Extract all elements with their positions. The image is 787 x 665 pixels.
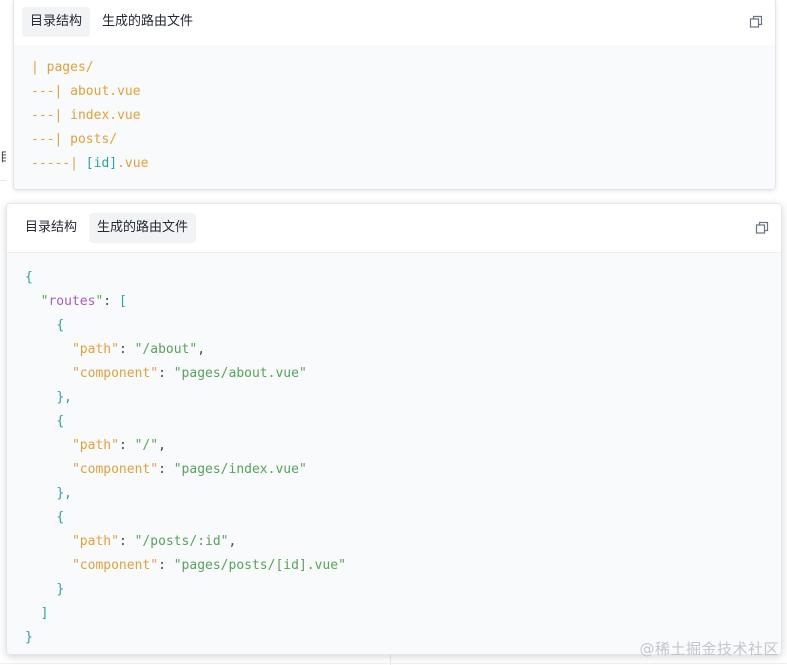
code-group-directory: 目录结构 生成的路由文件 | pages/ ---| about.vue ---| … [13, 0, 776, 190]
code-token: .vue [117, 156, 149, 171]
code-token: } [56, 582, 65, 597]
code-token: { [56, 510, 65, 525]
code-token: ] [40, 606, 49, 621]
background-text-fragment: 目 [0, 148, 6, 166]
code-token: "path" [71, 534, 119, 549]
code-token: } [25, 630, 33, 645]
watermark: @稀土掘金技术社区 [639, 640, 779, 658]
code-token: "component" [71, 462, 159, 477]
code-token: : [158, 366, 174, 381]
code-line: ---| index.vue [31, 104, 775, 128]
code-line: "routes": [ [25, 290, 781, 314]
code-token: : [158, 462, 174, 477]
code-line: | pages/ [31, 56, 775, 80]
code-token: : [103, 294, 119, 309]
code-token: "/about" [134, 342, 198, 357]
tab-generated-routes[interactable]: 生成的路由文件 [94, 7, 201, 37]
code-line: "path": "/about", [25, 338, 781, 362]
code-line: ---| about.vue [31, 80, 775, 104]
code-group-routes: 目录结构 生成的路由文件 { "routes": [ { "path": "/a… [6, 203, 782, 655]
code-token: ---| about.vue [31, 84, 141, 99]
copy-icon[interactable] [749, 15, 763, 29]
code-token: "component" [71, 558, 159, 573]
copy-icon[interactable] [755, 221, 769, 235]
code-token: "/posts/:id" [134, 534, 229, 549]
code-line: "component": "pages/index.vue" [25, 458, 781, 482]
code-token: ---| posts/ [31, 132, 118, 147]
code-token: , [197, 342, 206, 357]
code-tab-bar: 目录结构 生成的路由文件 [14, 0, 775, 46]
code-line: "path": "/", [25, 434, 781, 458]
background-divider [0, 663, 787, 664]
code-token: "/" [134, 438, 159, 453]
code-tab-bar: 目录结构 生成的路由文件 [7, 204, 781, 253]
code-token: , [228, 534, 237, 549]
code-block: { "routes": [ { "path": "/about", "compo… [7, 253, 781, 654]
code-line: "component": "pages/posts/[id].vue" [25, 554, 781, 578]
code-token: : [118, 534, 135, 549]
code-token: }, [56, 486, 72, 501]
code-line: { [25, 410, 781, 434]
code-token: [id] [85, 156, 118, 171]
code-line: { [25, 266, 781, 290]
code-line: -----| [id].vue [31, 152, 775, 176]
code-token: "component" [71, 366, 159, 381]
background-divider [0, 180, 6, 181]
code-line: "component": "pages/about.vue" [25, 362, 781, 386]
code-token: | pages/ [31, 60, 94, 75]
code-line: ] [25, 602, 781, 626]
tab-generated-routes[interactable]: 生成的路由文件 [89, 213, 197, 243]
code-line: }, [25, 386, 781, 410]
code-token: ---| index.vue [31, 108, 141, 123]
tab-directory-structure[interactable]: 目录结构 [22, 7, 91, 37]
code-token: : [118, 342, 135, 357]
code-line: "path": "/posts/:id", [25, 530, 781, 554]
code-token: [ [118, 294, 127, 309]
code-line: } [25, 578, 781, 602]
code-token: { [56, 414, 65, 429]
code-line: { [25, 314, 781, 338]
code-token: , [158, 438, 166, 453]
code-line: ---| posts/ [31, 128, 775, 152]
code-token: "pages/about.vue" [173, 366, 307, 381]
code-line: { [25, 506, 781, 530]
code-token: }, [56, 390, 72, 405]
code-token: -----| [31, 156, 86, 171]
code-token: { [56, 318, 65, 333]
code-token: routes [48, 294, 96, 309]
code-token: "path" [71, 342, 119, 357]
code-token: : [158, 558, 174, 573]
code-token: "path" [71, 438, 119, 453]
code-line: }, [25, 482, 781, 506]
tab-directory-structure[interactable]: 目录结构 [17, 213, 85, 243]
code-token: "pages/posts/[id].vue" [173, 558, 346, 573]
code-block: | pages/ ---| about.vue ---| index.vue ---|… [14, 45, 775, 189]
code-token: { [25, 270, 33, 285]
code-token: : [118, 438, 135, 453]
code-token: "pages/index.vue" [173, 462, 307, 477]
